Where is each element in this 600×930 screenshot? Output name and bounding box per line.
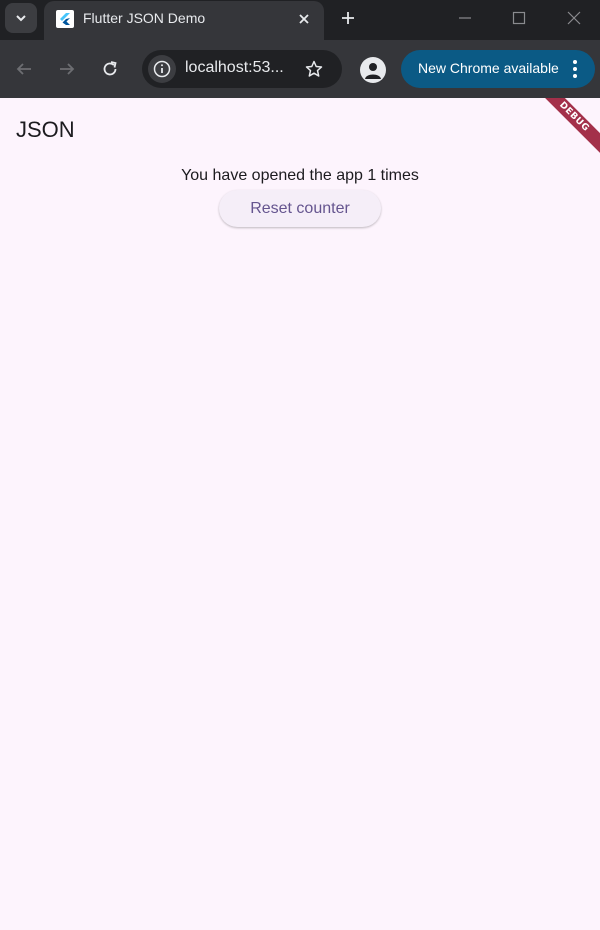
tab-close-button[interactable] — [294, 9, 314, 29]
update-button-label: New Chrome available — [418, 60, 559, 76]
close-window-button[interactable] — [562, 6, 586, 30]
minimize-button[interactable] — [453, 6, 477, 30]
reset-counter-button[interactable]: Reset counter — [219, 190, 381, 227]
reload-icon — [103, 61, 117, 76]
site-info-button[interactable] — [148, 55, 176, 83]
arrow-right-icon — [60, 63, 75, 75]
new-tab-button[interactable] — [336, 6, 360, 30]
maximize-button[interactable] — [507, 6, 531, 30]
minimize-icon — [459, 17, 471, 19]
chrome-menu-button[interactable] — [565, 57, 585, 81]
address-bar[interactable]: localhost:53... — [142, 50, 342, 88]
browser-tab[interactable]: Flutter JSON Demo — [44, 1, 324, 40]
bookmark-button[interactable] — [302, 57, 326, 81]
profile-button[interactable] — [360, 57, 386, 83]
kebab-menu-icon — [573, 60, 577, 78]
open-count-message: You have opened the app 1 times — [181, 167, 419, 184]
browser-toolbar: localhost:53... New Chrome available — [0, 40, 600, 98]
reload-button[interactable] — [98, 57, 122, 81]
star-icon — [305, 60, 323, 77]
info-icon — [153, 60, 171, 78]
person-icon — [365, 63, 381, 79]
plus-icon — [342, 12, 354, 24]
close-icon — [567, 11, 581, 25]
debug-banner: DEBUG — [526, 98, 600, 165]
browser-tab-strip: Flutter JSON Demo — [0, 0, 600, 40]
close-icon — [299, 14, 309, 24]
maximize-icon — [512, 11, 526, 25]
flutter-icon — [56, 10, 74, 28]
url-text[interactable]: localhost:53... — [185, 59, 284, 77]
tab-title: Flutter JSON Demo — [83, 10, 206, 26]
chevron-down-icon — [16, 15, 26, 22]
page-title: JSON — [16, 117, 75, 142]
app-viewport: JSON You have opened the app 1 times Res… — [0, 98, 600, 930]
new-chrome-available-button[interactable]: New Chrome available — [401, 50, 595, 88]
tab-search-button[interactable] — [5, 3, 37, 33]
back-button[interactable] — [12, 57, 36, 81]
forward-button[interactable] — [55, 57, 79, 81]
arrow-left-icon — [16, 63, 31, 75]
